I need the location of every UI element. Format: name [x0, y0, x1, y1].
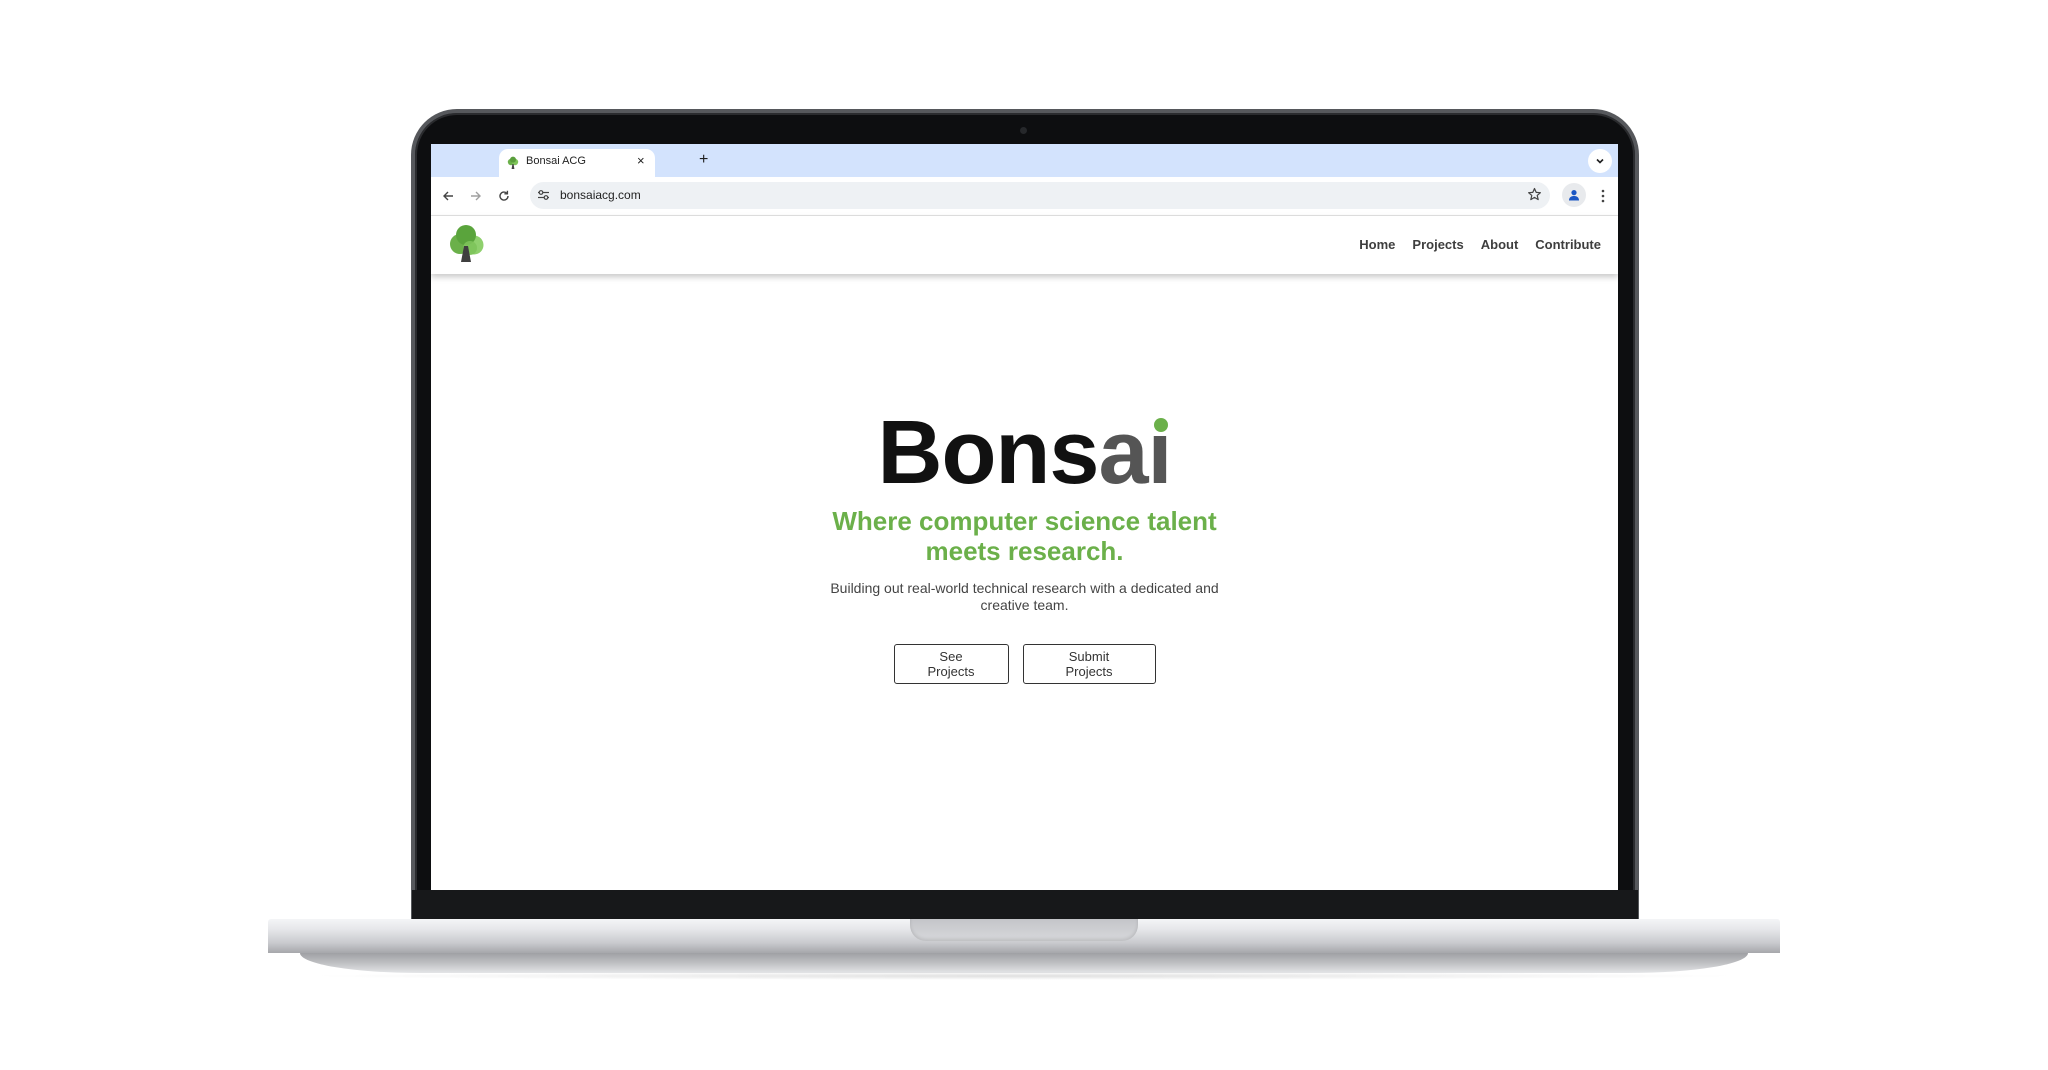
hero-section: Bonsai Where computer science talent mee…: [431, 408, 1618, 684]
profile-button[interactable]: [1562, 183, 1586, 207]
browser-tab[interactable]: Bonsai ACG ×: [499, 149, 655, 177]
camera-icon: [1020, 127, 1027, 134]
more-menu-button[interactable]: [1596, 186, 1610, 206]
screen: Bonsai ACG × + bonsaiacg.com Home Projec…: [431, 144, 1618, 890]
tab-strip: Bonsai ACG × +: [431, 144, 1618, 177]
hero-description: Building out real-world technical resear…: [830, 580, 1219, 613]
reload-icon: [499, 190, 509, 201]
profile-icon: [1569, 190, 1579, 201]
laptop-notch: [910, 919, 1138, 941]
hero-title: Bonsai: [431, 408, 1618, 500]
tab-search-button[interactable]: [1588, 149, 1612, 173]
nav-home[interactable]: Home: [1359, 237, 1395, 252]
hero-buttons: See Projects Submit Projects: [431, 644, 1618, 684]
forward-button[interactable]: [467, 187, 485, 205]
hero-title-i: i: [1147, 403, 1173, 503]
address-bar[interactable]: bonsaiacg.com: [530, 182, 1550, 209]
star-icon[interactable]: [1527, 187, 1542, 202]
laptop-shadow: [300, 972, 1748, 980]
see-projects-button[interactable]: See Projects: [893, 644, 1009, 684]
chevron-down-icon: [1596, 158, 1604, 164]
bonsai-tree-logo[interactable]: [449, 224, 485, 264]
tab-favicon-icon: [507, 156, 519, 169]
reload-button[interactable]: [495, 187, 513, 205]
tab-title: Bonsai ACG: [526, 155, 586, 167]
site-settings-icon[interactable]: [537, 189, 550, 201]
nav-projects[interactable]: Projects: [1412, 237, 1463, 252]
back-arrow-icon: [443, 191, 453, 201]
green-dot-icon: [1153, 418, 1168, 432]
hero-tagline: Where computer science talent meets rese…: [832, 506, 1217, 566]
site-nav: Home Projects About Contribute: [1359, 237, 1601, 252]
url-text[interactable]: bonsaiacg.com: [560, 188, 641, 202]
site-header: Home Projects About Contribute: [431, 216, 1618, 274]
laptop-chin: [412, 890, 1638, 920]
more-vert-icon: [1601, 189, 1605, 203]
back-button[interactable]: [439, 187, 457, 205]
nav-contribute[interactable]: Contribute: [1535, 237, 1601, 252]
hero-title-dark: Bons: [877, 403, 1099, 503]
nav-about[interactable]: About: [1481, 237, 1519, 252]
plus-icon[interactable]: +: [699, 151, 708, 169]
submit-projects-button[interactable]: Submit Projects: [1022, 644, 1156, 684]
forward-arrow-icon: [471, 191, 481, 201]
browser-toolbar: bonsaiacg.com: [431, 177, 1618, 216]
close-icon[interactable]: ×: [637, 153, 645, 169]
laptop-base-edge: [300, 953, 1748, 973]
hero-title-grey: a: [1098, 403, 1148, 503]
